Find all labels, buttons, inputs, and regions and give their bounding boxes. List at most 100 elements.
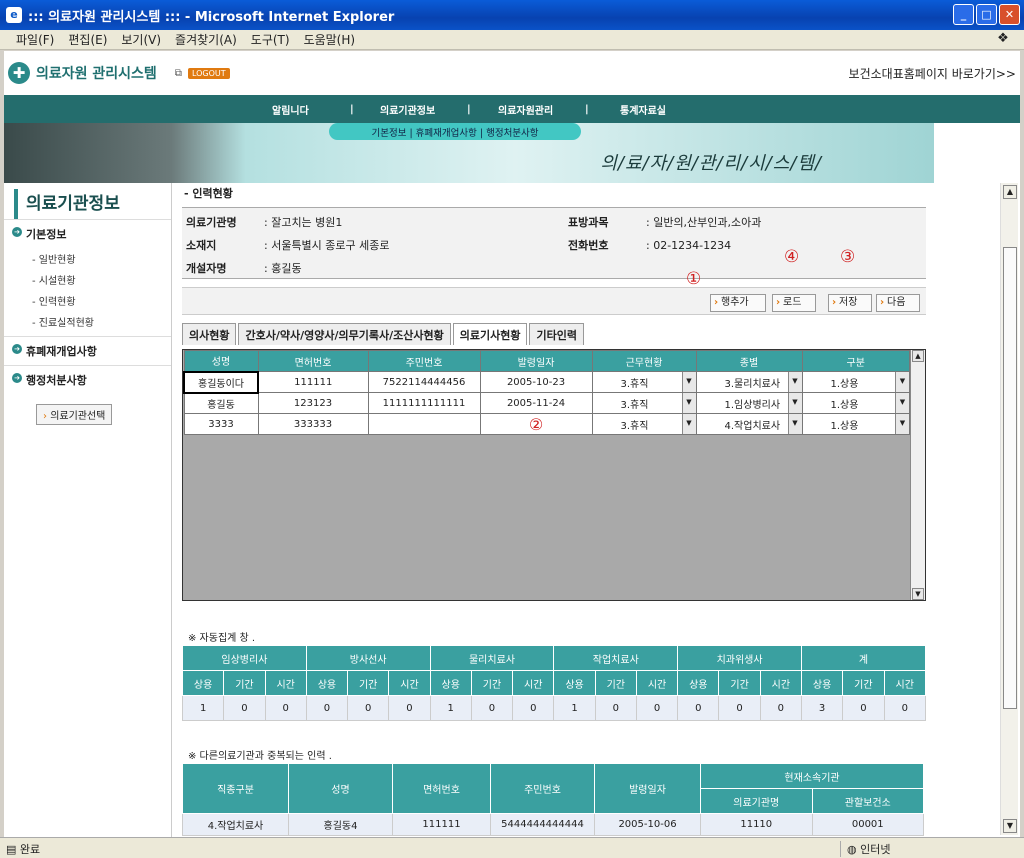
- dropdown-arrow-icon[interactable]: ▼: [681, 414, 696, 434]
- sidebar-section-basic[interactable]: ➔ 기본정보: [4, 219, 171, 248]
- scroll-down-icon[interactable]: ▼: [1003, 819, 1017, 833]
- summary-sub: 기간: [470, 670, 514, 696]
- grid-cell[interactable]: [367, 413, 481, 435]
- grid-cell[interactable]: 3333: [183, 413, 259, 435]
- dropdown-arrow-icon[interactable]: ▼: [787, 414, 802, 434]
- type-select[interactable]: 3.물리치료사 ▼: [695, 371, 803, 393]
- close-button[interactable]: ✕: [999, 4, 1020, 25]
- home-icon[interactable]: ⧉: [175, 68, 182, 79]
- summary-group: 작업치료사: [553, 645, 679, 671]
- menu-edit[interactable]: 편집(E): [68, 31, 107, 48]
- type-select[interactable]: 1.임상병리사 ▼: [695, 392, 803, 414]
- portal-link[interactable]: 보건소대표홈페이지 바로가기>>: [849, 65, 1016, 82]
- info-label: 소재지: [186, 239, 217, 252]
- work-status-select[interactable]: 3.휴직 ▼: [591, 392, 697, 414]
- grid-cell[interactable]: 2005-11-24: [479, 392, 593, 414]
- address: : 서울특별시 종로구 세종로: [264, 239, 390, 252]
- info-label: 전화번호: [568, 239, 609, 252]
- work-status-select[interactable]: 3.휴직 ▼: [591, 371, 697, 393]
- menu-tools[interactable]: 도구(T): [251, 31, 290, 48]
- tab-technicians[interactable]: 의료기사현황: [452, 323, 528, 345]
- tab-doctors[interactable]: 의사현황: [182, 323, 237, 345]
- select-institution-button[interactable]: › 의료기관선택: [36, 404, 113, 425]
- add-row-button[interactable]: 행추가: [710, 294, 766, 312]
- sidebar-section-admin[interactable]: ➔ 행정처분사항: [4, 365, 171, 394]
- category-select[interactable]: 1.상용 ▼: [801, 413, 910, 435]
- nav-statistics[interactable]: 통계자료실: [620, 102, 666, 117]
- summary-value: 0: [842, 695, 885, 721]
- summary-value: 0: [635, 695, 679, 721]
- dup-header: 주민번호: [490, 763, 595, 814]
- category-select[interactable]: 1.상용 ▼: [801, 371, 910, 393]
- site-logo[interactable]: ✚ 의료자원 관리시스템: [8, 62, 157, 84]
- summary-sub: 상용: [677, 670, 720, 696]
- institution-name: : 잘고치는 병원1: [264, 216, 343, 229]
- sidebar-section-closure[interactable]: ➔ 휴폐재개업사항: [4, 336, 171, 365]
- sidebar-item-staff[interactable]: - 인력현황: [4, 290, 171, 311]
- summary-value: 0: [264, 695, 307, 721]
- sidebar-item-records[interactable]: - 진료실적현황: [4, 311, 171, 332]
- grid-cell[interactable]: 123123: [257, 392, 369, 414]
- dropdown-arrow-icon[interactable]: ▼: [895, 393, 909, 413]
- next-button[interactable]: 다음: [876, 294, 920, 312]
- tab-others[interactable]: 기타인력: [529, 323, 584, 345]
- dup-cell: 111111: [392, 813, 491, 836]
- summary-sub: 기간: [347, 670, 390, 696]
- type-select[interactable]: 4.작업치료사 ▼: [695, 413, 803, 435]
- table-row: 홍길동이다 111111 7522114444456 2005-10-23 3.…: [183, 370, 910, 394]
- button-label: 의료기관선택: [50, 411, 106, 422]
- auto-summary-note: ※ 자동집계 창 .: [188, 633, 256, 644]
- summary-sub: 시간: [759, 670, 802, 696]
- nav-sep: |: [467, 103, 471, 115]
- work-status-select[interactable]: 3.휴직 ▼: [591, 413, 697, 435]
- dropdown-arrow-icon[interactable]: ▼: [895, 414, 909, 434]
- grid-cell[interactable]: 7522114444456: [367, 371, 481, 393]
- dropdown-arrow-icon[interactable]: ▼: [681, 393, 696, 413]
- submenu[interactable]: 기본정보 | 휴폐재개업사항 | 행정처분사항: [329, 123, 581, 140]
- grid-cell[interactable]: 111111: [257, 371, 369, 393]
- summary-value: 1: [181, 695, 225, 721]
- grid-cell[interactable]: 2005-10-23: [479, 371, 593, 393]
- nav-notice[interactable]: 알림니다: [272, 102, 309, 117]
- dropdown-arrow-icon[interactable]: ▼: [787, 372, 802, 392]
- scroll-up-icon[interactable]: ▲: [912, 350, 924, 362]
- dropdown-arrow-icon[interactable]: ▼: [681, 372, 696, 392]
- sidebar-item-general[interactable]: - 일반현황: [4, 248, 171, 269]
- window-titlebar: e ::: 의료자원 관리시스템 ::: - Microsoft Interne…: [0, 0, 1024, 30]
- dup-cell: 11110: [700, 813, 813, 836]
- scroll-down-icon[interactable]: ▼: [912, 588, 924, 600]
- summary-sub: 상용: [181, 670, 225, 696]
- summary-value: 0: [718, 695, 761, 721]
- grid-cell[interactable]: 1111111111111: [367, 392, 481, 414]
- page-scrollbar[interactable]: ▲ ▼: [1000, 183, 1018, 835]
- category-select[interactable]: 1.상용 ▼: [801, 392, 910, 414]
- minimize-button[interactable]: _: [953, 4, 974, 25]
- dropdown-arrow-icon[interactable]: ▼: [787, 393, 802, 413]
- nav-resource-mgmt[interactable]: 의료자원관리: [498, 102, 553, 117]
- phone: : 02-1234-1234: [646, 239, 732, 252]
- info-label: 개설자명: [186, 262, 227, 275]
- menu-favorites[interactable]: 즐겨찾기(A): [175, 31, 237, 48]
- scroll-up-icon[interactable]: ▲: [1003, 185, 1017, 199]
- sidebar-item-facility[interactable]: - 시설현황: [4, 269, 171, 290]
- nav-institution-info[interactable]: 의료기관정보: [380, 102, 435, 117]
- grid-cell[interactable]: 홍길동이다: [183, 370, 259, 394]
- menu-help[interactable]: 도움말(H): [304, 31, 356, 48]
- load-button[interactable]: 로드: [772, 294, 816, 312]
- menu-view[interactable]: 보기(V): [121, 31, 161, 48]
- sidebar-section-label: 행정처분사항: [26, 374, 87, 387]
- grid-scrollbar[interactable]: ▲ ▼: [910, 350, 925, 600]
- summary-sub: 상용: [429, 670, 472, 696]
- menu-file[interactable]: 파일(F): [16, 31, 54, 48]
- logout-button[interactable]: LOGOUT: [187, 67, 230, 79]
- maximize-button[interactable]: □: [976, 4, 997, 25]
- grid-cell[interactable]: 홍길동: [183, 392, 259, 414]
- save-button[interactable]: 저장: [828, 294, 872, 312]
- dropdown-arrow-icon[interactable]: ▼: [895, 372, 909, 392]
- scroll-thumb[interactable]: [1003, 247, 1017, 709]
- tab-nurses[interactable]: 간호사/약사/영양사/의무기록사/조산사현황: [238, 323, 451, 345]
- grid-cell[interactable]: ②: [479, 413, 593, 435]
- grid-cell[interactable]: 333333: [257, 413, 369, 435]
- select-value: 3.휴직: [620, 420, 649, 432]
- summary-value: 0: [347, 695, 390, 721]
